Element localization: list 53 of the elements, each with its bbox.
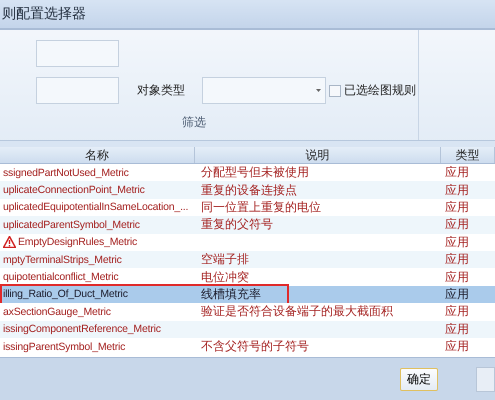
column-header[interactable]: 类型	[441, 147, 495, 163]
checkbox[interactable]	[329, 84, 341, 96]
table-cell: 空端子排	[201, 251, 249, 268]
window-title: 则配置选择器	[2, 5, 86, 23]
table-cell: 应用	[445, 164, 469, 182]
table-cell: 线槽填充率	[201, 286, 261, 303]
table-row[interactable]: illing_Ratio_Of_Duct_Metric 线槽填充率 应用	[0, 286, 495, 304]
warning-icon	[3, 236, 16, 248]
column-header[interactable]: 说明	[195, 147, 441, 163]
table-row[interactable]: issingComponentReference_Metric 应用	[0, 320, 495, 338]
object-type-dropdown[interactable]	[202, 77, 326, 104]
table-cell: 应用	[445, 216, 469, 234]
table-cell: 不含父符号的子符号	[201, 338, 309, 356]
table-cell: 电位冲突	[201, 268, 249, 286]
table-row[interactable]: mptyTerminalStrips_Metric 空端子排 应用	[0, 250, 495, 268]
table-cell: illing_Ratio_Of_Duct_Metric	[3, 288, 128, 300]
table-cell: quipotentialconflict_Metric	[3, 271, 118, 284]
table-cell: 应用	[445, 234, 469, 251]
table-cell: 应用	[445, 268, 469, 286]
table-row[interactable]: uplicateConnectionPoint_Metric 重复的设备连接点 应用	[0, 181, 495, 199]
table-row[interactable]: EmptyDesignRules_Metric 应用	[0, 234, 495, 251]
table-cell: 应用	[445, 182, 469, 199]
table-cell: EmptyDesignRules_Metric	[18, 236, 138, 248]
table-cell: 应用	[445, 198, 469, 216]
table-cell: uplicatedParentSymbol_Metric	[3, 218, 140, 231]
table-cell: 应用	[445, 303, 469, 320]
table-cell: 应用	[445, 338, 469, 356]
table-row[interactable]: uplicatedParentSymbol_Metric 重复的父符号 应用	[0, 216, 495, 234]
object-type-label: 对象类型	[136, 82, 186, 99]
table-cell: issingParentSymbol_Metric	[3, 340, 126, 353]
table-cell: uplicatedEquipotentialInSameLocation_...	[3, 201, 188, 214]
table-cell: mptyTerminalStrips_Metric	[3, 254, 122, 266]
table-cell: 重复的父符号	[201, 216, 273, 234]
group-label: 筛选	[181, 114, 207, 130]
table-cell: 应用	[445, 286, 469, 303]
table-cell: axSectionGauge_Metric	[3, 306, 111, 318]
table-cell: issingComponentReference_Metric	[3, 323, 161, 336]
input-field[interactable]	[36, 40, 119, 67]
table-cell: 应用	[445, 320, 469, 338]
table-row[interactable]: ssignedPartNotUsed_Metric 分配型号但未被使用 应用	[0, 164, 495, 182]
button[interactable]	[476, 366, 495, 392]
input-field[interactable]	[36, 77, 119, 104]
column-header[interactable]: 名称	[0, 147, 195, 163]
caret-icon	[316, 89, 321, 92]
table-cell: 验证是否符合设备端子的最大截面积	[201, 303, 393, 320]
table-cell: ssignedPartNotUsed_Metric	[3, 166, 129, 179]
table-cell: 重复的设备连接点	[201, 182, 297, 199]
table-cell: 分配型号但未被使用	[201, 164, 309, 182]
table-cell: uplicateConnectionPoint_Metric	[3, 184, 145, 196]
table-cell: 应用	[445, 251, 469, 268]
checkbox-label: 已选绘图规则	[343, 82, 417, 99]
ok-button[interactable]: 确定	[400, 368, 438, 390]
table-cell: 同一位置上重复的电位	[201, 198, 321, 216]
